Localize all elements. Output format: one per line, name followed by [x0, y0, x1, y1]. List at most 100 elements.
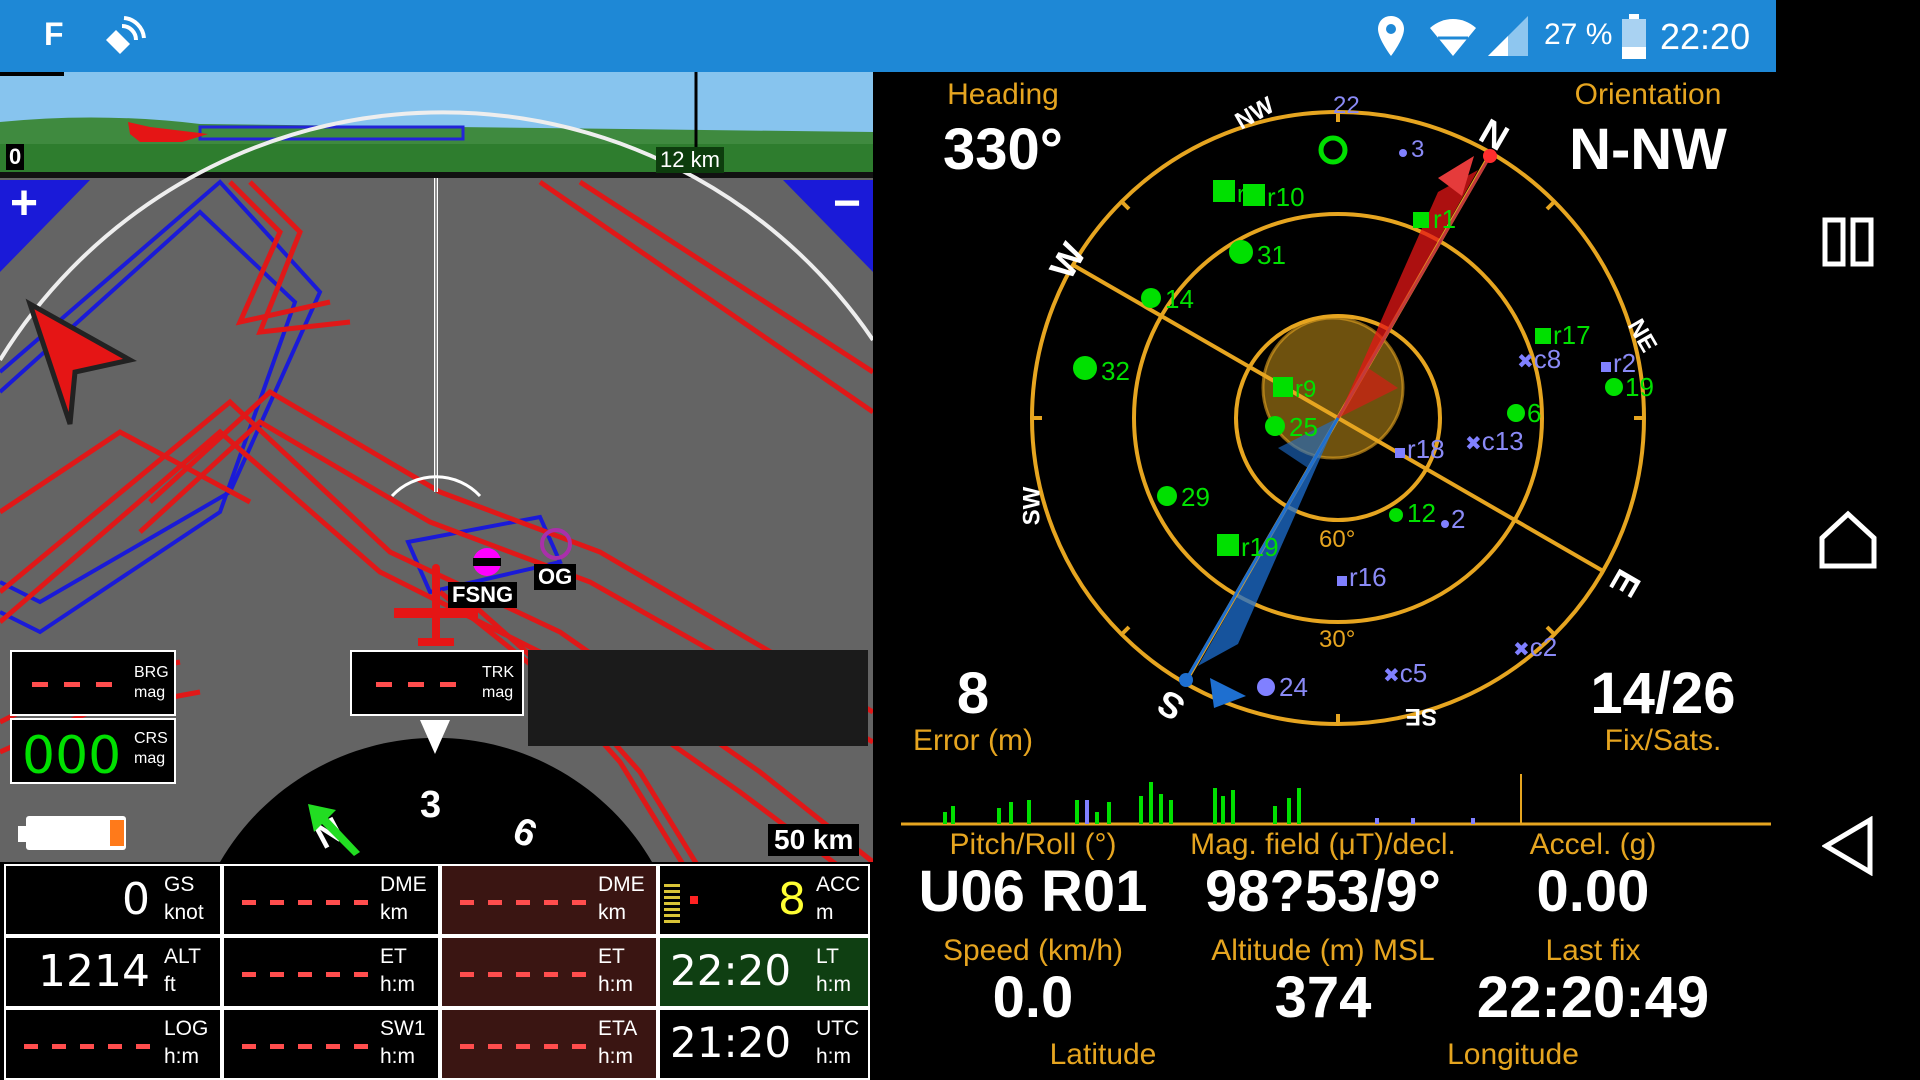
dme1-unit: km	[380, 901, 408, 924]
satellite-6: 6	[1507, 398, 1541, 429]
brg-box[interactable]: BRG mag	[10, 650, 176, 716]
speed-label: Speed (km/h)	[942, 934, 1124, 967]
status-bar: F 27 % 22:20	[0, 0, 1776, 72]
satellite-r18: r18	[1395, 434, 1445, 465]
fix-value: 14/26	[1590, 661, 1736, 726]
dme2-unit: km	[598, 901, 626, 924]
satellite-c8: ✖c8	[1517, 344, 1562, 374]
last-fix-label: Last fix	[1545, 934, 1641, 967]
satellite-22: 22	[1333, 92, 1360, 119]
gs-value: 0	[122, 874, 150, 925]
moving-map-panel[interactable]: + − 0 12 km FSNG OG BRG mag 000 CRS mag …	[0, 72, 873, 1080]
satellite-29: 29	[1157, 482, 1210, 513]
compass-heading-pointer	[420, 720, 450, 754]
navigation-bar	[1776, 0, 1920, 1080]
profile-distance-label: 12 km	[656, 147, 724, 173]
acc-cell[interactable]: 8 ACC m	[658, 864, 870, 936]
satellite-2: 2	[1441, 504, 1465, 535]
cardinal-sw: SW	[1018, 486, 1046, 526]
lt-unit: h:m	[816, 973, 852, 996]
satellite-24: 24	[1257, 672, 1308, 703]
satellite-31: 31	[1229, 240, 1286, 271]
zoom-in-button[interactable]: +	[0, 177, 90, 270]
sw1-dashes	[242, 1044, 368, 1049]
utc-cell[interactable]: 21:20 UTC h:m	[658, 1008, 870, 1080]
waypoint-fsng-label[interactable]: FSNG	[448, 582, 518, 608]
trk-dashes	[376, 682, 456, 687]
altitude-label: Altitude (m) MSL	[1211, 934, 1435, 967]
lt-value: 22:20	[670, 946, 792, 995]
et2-cell[interactable]: ET h:m	[440, 936, 658, 1008]
sw1-cell[interactable]: SW1 h:m	[222, 1008, 440, 1080]
location-pin-icon	[1378, 16, 1404, 56]
utc-label: UTC	[816, 1017, 860, 1040]
crs-value: 000	[22, 726, 122, 786]
utc-unit: h:m	[816, 1045, 852, 1068]
satellite-c5: ✖c5	[1383, 658, 1428, 688]
compass-course-arrow	[308, 804, 360, 856]
crs-box[interactable]: 000 CRS mag	[10, 718, 176, 786]
gs-cell[interactable]: 0 GS knot	[4, 864, 222, 936]
gs-unit: knot	[164, 901, 204, 924]
signal-strength-chart	[901, 774, 1771, 826]
satellite-3: 3	[1399, 136, 1424, 164]
last-fix-value: 22:20:49	[1476, 965, 1710, 1030]
trk-box[interactable]: TRK mag	[350, 650, 524, 716]
satellite-r19: r19	[1217, 532, 1279, 563]
status-time: 22:20	[1660, 16, 1751, 57]
et1-unit: h:m	[380, 973, 416, 996]
pitch-roll-value: U06 R01	[918, 859, 1148, 924]
dme2-cell[interactable]: DME km	[440, 864, 658, 936]
log-unit: h:m	[164, 1045, 200, 1068]
satellite-r16: r16	[1337, 562, 1387, 593]
satellite-14: 14	[1141, 284, 1194, 315]
dme2-dashes	[460, 900, 586, 905]
compass-tick-3: 3	[420, 784, 442, 826]
sw1-label: SW1	[380, 1017, 426, 1040]
et2-unit: h:m	[598, 973, 634, 996]
latitude-label: Latitude	[1049, 1038, 1157, 1071]
zoom-out-button[interactable]: −	[783, 177, 873, 270]
alt-value: 1214	[38, 946, 150, 997]
eta-cell[interactable]: ETA h:m	[440, 1008, 658, 1080]
battery-icon	[1622, 14, 1646, 59]
satellite-r9: r9	[1273, 376, 1316, 404]
info-panel-empty	[528, 650, 868, 746]
acc-unit: m	[816, 901, 834, 924]
utc-value: 21:20	[670, 1018, 792, 1067]
et1-cell[interactable]: ET h:m	[222, 936, 440, 1008]
zoom-out-label: −	[833, 177, 862, 230]
dme1-label: DME	[380, 873, 427, 896]
alt-label: ALT	[164, 945, 201, 968]
speed-value: 0.0	[992, 965, 1074, 1030]
et2-label: ET	[598, 945, 625, 968]
mag-field-label: Mag. field (μT)/decl.	[1190, 828, 1456, 861]
et1-label: ET	[380, 945, 407, 968]
ring-60-label: 60°	[1319, 526, 1356, 553]
eta-dashes	[460, 1044, 586, 1049]
log-dashes	[24, 1044, 150, 1049]
lt-cell[interactable]: 22:20 LT h:m	[658, 936, 870, 1008]
acc-value: 8	[778, 874, 806, 925]
zoom-in-label: +	[10, 177, 39, 230]
home-icon[interactable]	[1818, 510, 1878, 570]
dme1-cell[interactable]: DME km	[222, 864, 440, 936]
satellite-r10: r10	[1243, 182, 1305, 213]
brg-dashes	[32, 682, 112, 687]
log-cell[interactable]: LOG h:m	[4, 1008, 222, 1080]
satellite-c13: ✖c13	[1465, 426, 1524, 456]
satellite-c2: ✖c2	[1513, 632, 1558, 662]
back-icon[interactable]	[1822, 816, 1874, 876]
recent-apps-icon[interactable]	[1822, 216, 1874, 268]
battery-percent: 27 %	[1544, 18, 1613, 51]
acc-label: ACC	[816, 873, 861, 896]
alt-unit: ft	[164, 973, 176, 996]
fix-label: Fix/Sats.	[1604, 724, 1722, 757]
mag-field-value: 98?53/9°	[1204, 859, 1442, 924]
status-letter: F	[44, 16, 64, 52]
et1-dashes	[242, 972, 368, 977]
alt-cell[interactable]: 1214 ALT ft	[4, 936, 222, 1008]
waypoint-og-label[interactable]: OG	[534, 564, 577, 590]
wifi-icon	[1430, 19, 1476, 56]
longitude-label: Longitude	[1447, 1038, 1579, 1071]
